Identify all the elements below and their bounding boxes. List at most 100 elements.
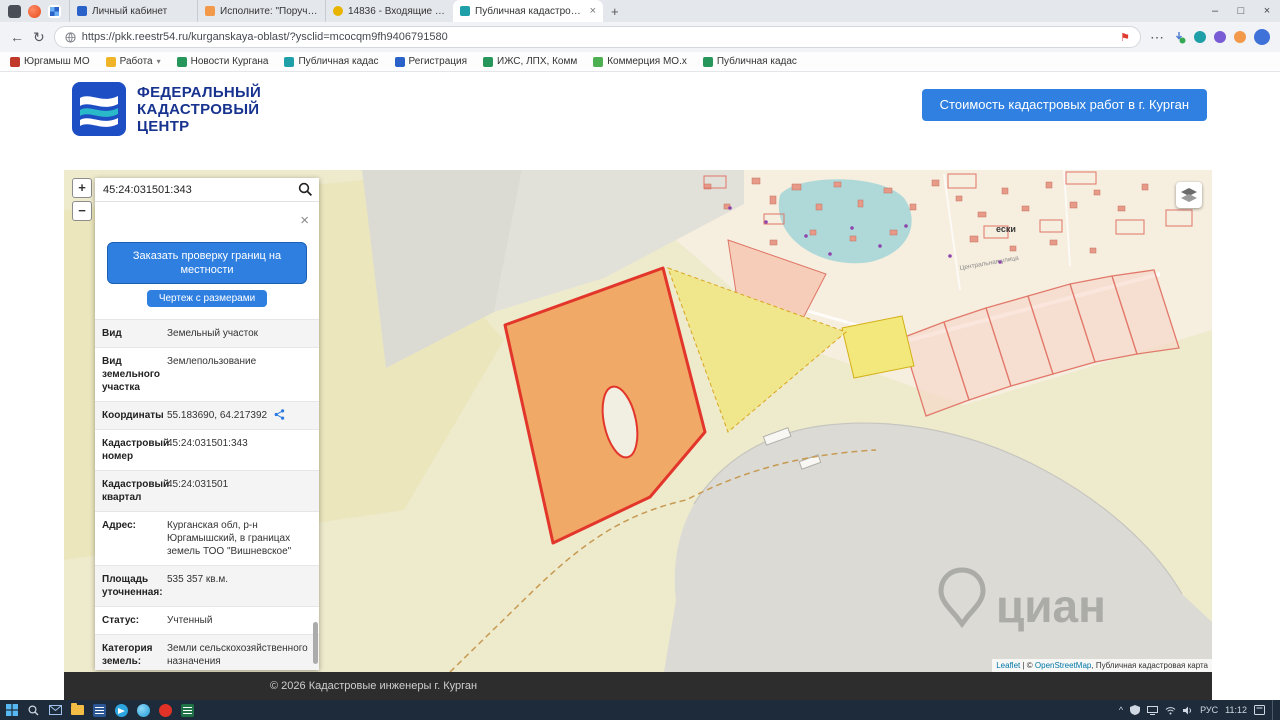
row-label: Площадь уточненная: (102, 574, 163, 598)
bookmark-item[interactable]: Публичная кадас (284, 56, 379, 67)
volume-icon[interactable] (1183, 706, 1193, 715)
start-button[interactable] (4, 703, 19, 718)
taskbar-search-icon[interactable] (26, 703, 41, 718)
bookmark-favicon (176, 56, 187, 67)
table-row: Координаты 55.183690, 64.217392 (95, 402, 319, 430)
browser-toolbar: ← ↻ https://pkk.reestr54.ru/kurganskaya-… (0, 22, 1280, 52)
row-value: 45:24:031501:343 (167, 438, 248, 449)
extension-icon[interactable] (1194, 31, 1206, 43)
bookmark-folder[interactable]: Работа ▾ (105, 56, 161, 67)
share-icon[interactable] (274, 409, 285, 420)
row-label: Адрес: (102, 520, 136, 531)
order-boundary-check-button[interactable]: Заказать проверку границ на местности (107, 242, 307, 284)
zoom-in-button[interactable]: + (72, 178, 92, 198)
coordinates-value: 55.183690, 64.217392 (167, 410, 268, 421)
bookmark-label: Публичная кадас (716, 56, 797, 67)
chevron-down-icon: ▾ (156, 57, 161, 66)
tab-favicon (77, 6, 87, 16)
site-footer: © 2026 Кадастровые инженеры г. Курган (64, 672, 1212, 700)
file-explorer-icon[interactable] (70, 703, 85, 718)
leaflet-link[interactable]: Leaflet (996, 661, 1020, 670)
bookmark-item[interactable]: ИЖС, ЛПХ, Комм (483, 56, 577, 67)
back-icon[interactable]: ← (10, 29, 24, 45)
close-icon[interactable]: × (300, 213, 309, 228)
assistant-icon[interactable] (28, 4, 41, 18)
tableau-icon[interactable] (48, 4, 61, 18)
tab-cadastral-map-active[interactable]: Публичная кадастровая к × (453, 0, 603, 22)
profile-avatar[interactable] (1254, 29, 1270, 45)
bookmark-label: Работа (119, 56, 153, 67)
window-maximize-button[interactable]: □ (1228, 0, 1254, 22)
bookmark-item[interactable]: Публичная кадас (702, 56, 797, 67)
bookmark-item[interactable]: Юргамыш МО (10, 56, 90, 67)
cadastral-works-cost-button[interactable]: Стоимость кадастровых работ в г. Курган (921, 89, 1207, 121)
bookmark-favicon (483, 56, 493, 67)
bookmark-item[interactable]: Новости Кургана (176, 56, 268, 67)
telegram-app-icon[interactable] (114, 703, 129, 718)
edge-browser-icon[interactable] (136, 703, 151, 718)
yandex-browser-icon[interactable] (158, 703, 173, 718)
zoom-out-button[interactable]: − (72, 201, 92, 221)
web-page: ФЕДЕРАЛЬНЫЙ КАДАСТРОВЫЙ ЦЕНТР Стоимость … (0, 72, 1280, 700)
attribution-text: , Публичная кадастровая карта (1091, 661, 1208, 670)
logo-line: КАДАСТРОВЫЙ (137, 100, 260, 118)
display-icon[interactable] (1147, 705, 1159, 715)
bookmark-label: Юргамыш МО (24, 56, 90, 67)
tab-label: Исполните: "Поручение: (220, 5, 318, 17)
row-label: Кадастровый номер (102, 438, 170, 462)
bookmark-flag-icon[interactable]: ⚑ (1120, 31, 1130, 44)
table-row: Вид земельного участка Землепользование (95, 348, 319, 402)
map-attribution: Leaflet | © OpenStreetMap, Публичная кад… (992, 659, 1212, 672)
fkc-logo-icon (72, 82, 126, 136)
attribution-text: | © (1020, 661, 1035, 670)
extension-icon[interactable] (1234, 31, 1246, 43)
extension-icon[interactable] (1214, 31, 1226, 43)
mail-app-icon[interactable] (48, 703, 63, 718)
show-desktop-button[interactable] (1272, 700, 1276, 720)
window-minimize-button[interactable]: – (1202, 0, 1228, 22)
row-value: 55.183690, 64.217392 (165, 402, 319, 429)
word-app-icon[interactable] (92, 703, 107, 718)
tab-mail-inbox[interactable]: 14836 - Входящие — Янд (325, 0, 453, 22)
address-bar[interactable]: https://pkk.reestr54.ru/kurganskaya-obla… (53, 26, 1141, 48)
notifications-icon[interactable] (1254, 705, 1265, 715)
wifi-icon[interactable] (1165, 706, 1176, 715)
site-logo[interactable]: ФЕДЕРАЛЬНЫЙ КАДАСТРОВЫЙ ЦЕНТР (72, 82, 261, 136)
zoom-control: + − (72, 178, 92, 224)
downloads-icon[interactable] (1172, 30, 1186, 44)
search-icon[interactable] (292, 182, 319, 197)
drawing-with-dimensions-button[interactable]: Чертеж с размерами (146, 290, 268, 307)
table-row: Площадь уточненная: 535 357 кв.м. (95, 566, 319, 607)
layers-button[interactable] (1176, 182, 1202, 208)
clock[interactable]: 11:12 (1225, 705, 1247, 715)
browser-tab-strip: Личный кабинет Исполните: "Поручение: 14… (0, 0, 1280, 22)
osm-link[interactable]: OpenStreetMap (1035, 661, 1091, 670)
bookmark-item[interactable]: Регистрация (394, 56, 467, 67)
cadastral-map[interactable]: ески Центральная улица циан + − 45:24:03… (64, 170, 1212, 672)
bookmark-item[interactable]: Коммерция МО.х (593, 56, 687, 67)
tray-chevron-icon[interactable]: ^ (1119, 705, 1123, 715)
tab-task[interactable]: Исполните: "Поручение: (197, 0, 325, 22)
map-search-bar (95, 178, 319, 202)
panel-scrollbar[interactable] (313, 622, 318, 664)
excel-app-icon[interactable] (180, 703, 195, 718)
tab-close-icon[interactable]: × (590, 5, 596, 17)
search-input[interactable] (95, 183, 292, 196)
layers-icon (1181, 188, 1197, 202)
row-label: Вид (102, 328, 122, 339)
place-label: ески (996, 224, 1016, 234)
shield-icon[interactable] (1130, 705, 1141, 715)
refresh-icon[interactable]: ↻ (33, 29, 45, 46)
row-label: Статус: (102, 615, 140, 626)
row-value: Курганская обл, р-н Юргамышский, в грани… (167, 520, 292, 557)
new-tab-button[interactable]: + (603, 4, 627, 19)
tab-personal-cabinet[interactable]: Личный кабинет (69, 0, 197, 22)
url-text: https://pkk.reestr54.ru/kurganskaya-obla… (81, 31, 448, 43)
language-indicator[interactable]: РУС (1200, 705, 1218, 715)
more-icon[interactable]: ⋯ (1150, 29, 1164, 46)
screen: Личный кабинет Исполните: "Поручение: 14… (0, 0, 1280, 720)
sidebar-toggle-icon[interactable] (8, 4, 21, 18)
row-value: Земли сельскохозяйственного назначения (167, 643, 308, 667)
window-close-button[interactable]: × (1254, 0, 1280, 22)
tab-label: Личный кабинет (92, 5, 168, 17)
